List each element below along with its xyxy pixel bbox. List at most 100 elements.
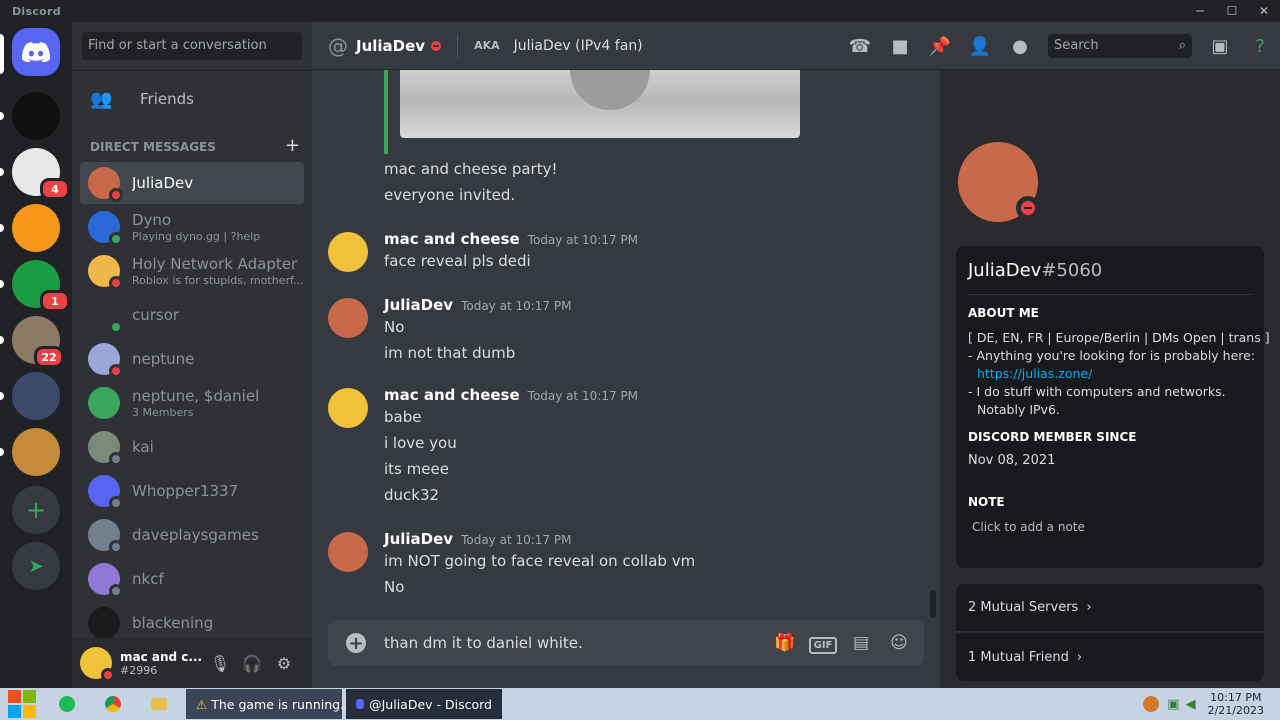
about-link[interactable]: https://julias.zone/ [977, 366, 1092, 381]
status-dot [109, 540, 123, 554]
gift-icon[interactable]: 🎁 [766, 633, 804, 653]
note-input[interactable]: Click to add a note [972, 520, 1085, 534]
user-profile-toggle-icon[interactable]: ● [1000, 36, 1040, 57]
message-line: mac and cheese party! [384, 160, 558, 178]
message-author[interactable]: mac and cheese [384, 386, 520, 404]
chevron-right-icon: › [1086, 600, 1092, 615]
message-avatar[interactable] [328, 388, 368, 428]
inbox-icon[interactable]: ▣ [1200, 36, 1240, 57]
headphones-icon[interactable]: 🎧 [236, 654, 268, 673]
message-author[interactable]: JuliaDev [384, 296, 453, 314]
dm-item[interactable]: JuliaDev [80, 162, 304, 204]
help-icon[interactable]: ? [1240, 36, 1280, 57]
dm-name: Whopper1337 [132, 482, 239, 500]
create-dm-button[interactable]: + [285, 137, 300, 155]
sticker-icon[interactable]: ▤ [842, 633, 880, 653]
about-line: - I do stuff with computers and networks… [968, 384, 1226, 399]
message-line: face reveal pls dedi [384, 252, 531, 270]
embed-image[interactable] [400, 70, 800, 138]
network-icon[interactable]: ▣ [1167, 697, 1179, 712]
taskbar-clock[interactable]: 10:17 PM 2/21/2023 [1208, 691, 1264, 717]
server-icon-dark-server[interactable] [12, 92, 60, 140]
chevron-right-icon: › [1076, 649, 1083, 665]
dm-subtext: Playing dyno.gg | ?help [132, 230, 261, 243]
tray-app-icon[interactable] [1143, 696, 1160, 712]
attach-plus-icon[interactable]: + [346, 633, 366, 654]
friends-nav-item[interactable]: 👥 Friends [80, 78, 304, 120]
unread-pill [0, 392, 4, 400]
chat-scrollbar[interactable] [930, 590, 936, 618]
dm-search-input[interactable]: Find or start a conversation [82, 32, 302, 60]
add-friend-icon[interactable]: 👤 [960, 36, 1000, 57]
dm-item[interactable]: neptune, $daniel 3 Members [80, 382, 304, 424]
message-avatar[interactable] [328, 232, 368, 272]
dm-item[interactable]: Holy Network Adapter Roblox is for stupid… [80, 250, 304, 292]
user-name: mac and c... [120, 649, 203, 664]
gif-button[interactable]: GIF [804, 633, 842, 654]
search-icon: ⌕ [1178, 38, 1186, 53]
compass-icon: ➤ [28, 555, 44, 577]
composer-input[interactable]: than dm it to daniel white. [384, 634, 766, 652]
folder-taskbar-icon[interactable] [136, 688, 182, 720]
message-avatar[interactable] [328, 532, 368, 572]
server-icon-hub[interactable] [12, 204, 60, 252]
user-avatar[interactable] [80, 647, 115, 682]
server-icon-politician[interactable] [12, 372, 60, 420]
spotify-taskbar-icon[interactable] [44, 688, 90, 720]
mutual-servers-button[interactable]: 2 Mutual Servers › [956, 584, 1264, 632]
emoji-icon[interactable]: ☺ [880, 633, 918, 653]
home-button[interactable] [12, 28, 60, 76]
message-composer[interactable]: + than dm it to daniel white. 🎁 GIF ▤ ☺ [328, 620, 924, 666]
minimize-button[interactable]: ─ [1184, 0, 1216, 22]
clock-time: 10:17 PM [1210, 691, 1262, 704]
clock-date: 2/21/2023 [1207, 704, 1264, 717]
status-dot [109, 320, 123, 334]
pin-icon[interactable]: 📌 [920, 36, 960, 57]
header-search-input[interactable]: Search ⌕ [1048, 34, 1192, 58]
settings-gear-icon[interactable]: ⚙ [268, 654, 300, 673]
message-line: everyone invited. [384, 186, 516, 204]
message-header: mac and cheese Today at 10:17 PM [384, 230, 638, 248]
dm-avatar [88, 475, 123, 510]
profile-avatar[interactable] [958, 142, 1040, 222]
discord-task-icon [356, 699, 365, 709]
explore-servers-button[interactable]: ➤ [12, 542, 60, 590]
close-button[interactable]: ✕ [1248, 0, 1280, 22]
dm-avatar [88, 387, 120, 419]
voice-call-icon[interactable]: ☎ [840, 36, 880, 57]
profile-card: JuliaDev#5060 ABOUT ME [ DE, EN, FR | Eu… [956, 246, 1270, 568]
dm-item[interactable]: Dyno Playing dyno.gg | ?help [80, 206, 304, 248]
at-icon: @ [328, 33, 348, 58]
dm-item[interactable]: neptune [80, 338, 304, 380]
dm-item[interactable]: cursor [80, 294, 304, 336]
dm-name: daveplaysgames [132, 526, 259, 544]
message-author[interactable]: mac and cheese [384, 230, 520, 248]
message-avatar[interactable] [328, 298, 368, 338]
message-author[interactable]: JuliaDev [384, 530, 453, 548]
add-server-button[interactable]: + [12, 486, 60, 534]
dm-avatar [88, 519, 123, 554]
about-line: Notably IPv6. [977, 402, 1060, 417]
message-timestamp: Today at 10:17 PM [461, 533, 572, 547]
dm-item[interactable]: Whopper1337 [80, 470, 304, 512]
mutual-friends-button[interactable]: 1 Mutual Friend › [956, 633, 1264, 681]
video-call-icon[interactable]: ■ [880, 36, 920, 57]
taskbar-task-discord[interactable]: @JuliaDev - Discord [346, 689, 502, 719]
dm-item[interactable]: nkcf [80, 558, 304, 600]
volume-icon[interactable]: ◀ [1186, 697, 1196, 712]
maximize-button[interactable]: ☐ [1216, 0, 1248, 22]
start-button[interactable] [0, 688, 44, 720]
dm-item[interactable]: daveplaysgames [80, 514, 304, 556]
microphone-icon[interactable]: 🎙 [204, 654, 236, 673]
server-icon-burger[interactable] [12, 428, 60, 476]
unread-pill [0, 168, 4, 176]
task-label: @JuliaDev - Discord [369, 696, 492, 712]
chrome-taskbar-icon[interactable] [90, 688, 136, 720]
discord-logo-icon [22, 42, 50, 62]
dm-subtext: Roblox is for stupids, motherf... [132, 274, 304, 287]
message-line: No [384, 578, 405, 596]
taskbar-task-game[interactable]: ⚠ The game is running... [186, 689, 352, 719]
dm-name: kai [132, 438, 154, 456]
dm-item[interactable]: kai [80, 426, 304, 468]
mutual-friends-label: 1 Mutual Friend [968, 649, 1069, 665]
